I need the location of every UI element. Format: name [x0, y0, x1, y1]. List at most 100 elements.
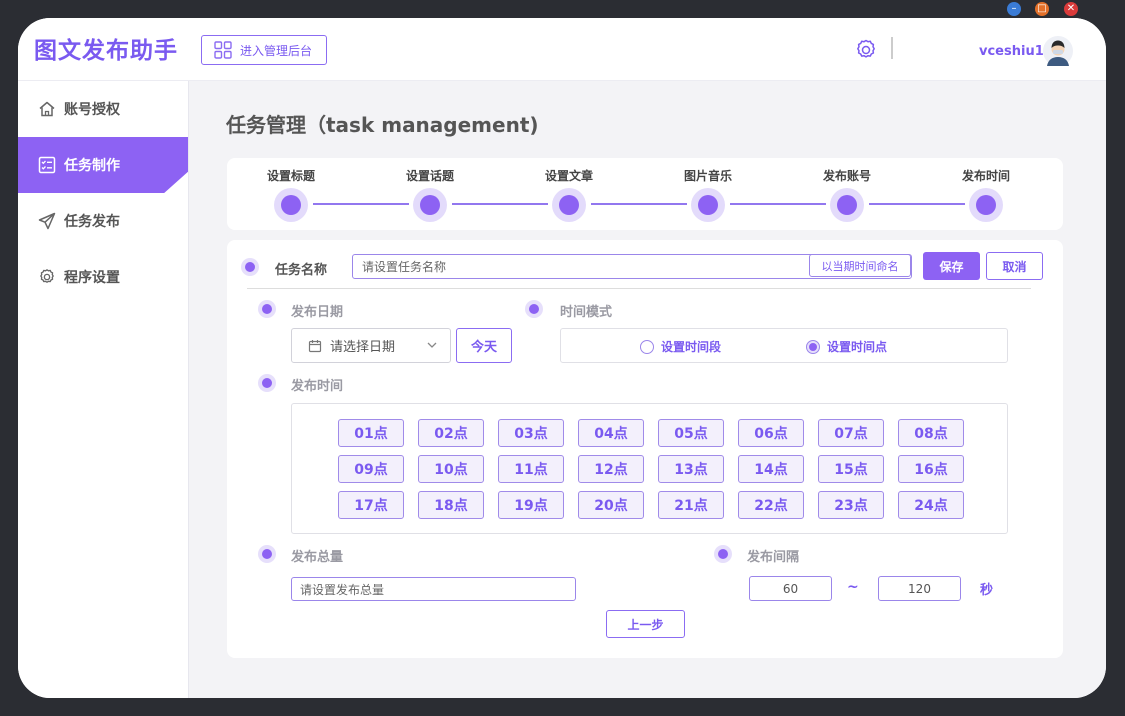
task-name-radio[interactable]: [241, 258, 259, 276]
time-mode-selector: 设置时间段 设置时间点: [560, 328, 1008, 363]
header-divider: [891, 37, 893, 59]
admin-console-button[interactable]: 进入管理后台: [201, 35, 327, 65]
total-radio[interactable]: [258, 545, 276, 563]
step-indicator: [274, 188, 308, 222]
maximize-button[interactable]: □: [1035, 2, 1049, 16]
total-input[interactable]: 请设置发布总量: [291, 577, 576, 601]
close-button[interactable]: ✕: [1064, 2, 1078, 16]
step-account[interactable]: 发布账号: [802, 158, 892, 230]
interval-separator: ~: [847, 579, 859, 595]
radio-unchecked-icon: [640, 339, 654, 354]
hour-option[interactable]: 09点: [338, 455, 404, 483]
hour-option[interactable]: 13点: [658, 455, 724, 483]
publish-time-radio[interactable]: [258, 374, 276, 392]
hour-option[interactable]: 12点: [578, 455, 644, 483]
gear-icon: [40, 269, 54, 283]
step-article[interactable]: 设置文章: [524, 158, 614, 230]
cancel-button[interactable]: 取消: [986, 252, 1043, 280]
app-window: 图文发布助手 进入管理后台 vceshiu1 账号授权 任务制作 任务发布 程序: [18, 18, 1106, 698]
step-title[interactable]: 设置标题: [246, 158, 336, 230]
mode-range-option[interactable]: 设置时间段: [640, 338, 721, 355]
interval-unit: 秒: [980, 583, 994, 598]
hour-option[interactable]: 19点: [498, 491, 564, 519]
date-picker[interactable]: 请选择日期: [291, 328, 451, 363]
user-avatar-icon: [1043, 36, 1073, 66]
maximize-icon: □: [1037, 3, 1047, 14]
today-button[interactable]: 今天: [456, 328, 512, 363]
hour-option[interactable]: 10点: [418, 455, 484, 483]
step-label: 图片音乐: [683, 169, 732, 183]
hour-option[interactable]: 11点: [498, 455, 564, 483]
publish-date-radio[interactable]: [258, 300, 276, 318]
interval-radio[interactable]: [714, 545, 732, 563]
settings-button[interactable]: [854, 38, 878, 66]
hour-option[interactable]: 15点: [818, 455, 884, 483]
sidebar-item-label: 任务制作: [64, 158, 120, 174]
step-indicator: [969, 188, 1003, 222]
hour-option[interactable]: 01点: [338, 419, 404, 447]
sidebar-item-task-create[interactable]: 任务制作: [18, 137, 188, 193]
mode-point-option[interactable]: 设置时间点: [806, 338, 887, 355]
time-mode-radio[interactable]: [525, 300, 543, 318]
sidebar-item-label: 程序设置: [64, 270, 120, 286]
grid-icon: [214, 41, 232, 59]
task-form: 任务名称 请设置任务名称 以当期时间命名 保存 取消 发布日期 时间模式 请选择…: [227, 240, 1063, 658]
date-placeholder: 请选择日期: [330, 340, 396, 355]
send-icon: [38, 212, 56, 230]
admin-console-label: 进入管理后台: [240, 43, 313, 58]
step-label: 设置文章: [544, 169, 593, 183]
hour-option[interactable]: 17点: [338, 491, 404, 519]
username[interactable]: vceshiu1: [979, 44, 1044, 59]
hour-option[interactable]: 24点: [898, 491, 964, 519]
home-icon: [39, 101, 55, 117]
hour-option[interactable]: 07点: [818, 419, 884, 447]
avatar[interactable]: [1043, 36, 1073, 66]
sidebar-item-program-settings[interactable]: 程序设置: [18, 249, 188, 305]
publish-date-label: 发布日期: [291, 305, 344, 320]
hour-option[interactable]: 03点: [498, 419, 564, 447]
hour-option[interactable]: 06点: [738, 419, 804, 447]
gear-icon: [857, 39, 875, 58]
hour-option[interactable]: 18点: [418, 491, 484, 519]
interval-max-input[interactable]: 120: [878, 576, 961, 601]
divider: [247, 288, 1031, 289]
mode-range-label: 设置时间段: [661, 340, 722, 354]
sidebar-item-account-auth[interactable]: 账号授权: [18, 81, 188, 137]
checklist-icon: [38, 156, 56, 174]
hour-option[interactable]: 16点: [898, 455, 964, 483]
publish-time-label: 发布时间: [291, 379, 344, 394]
sidebar-item-label: 任务发布: [64, 214, 120, 230]
header: 图文发布助手 进入管理后台 vceshiu1: [18, 18, 1106, 81]
step-indicator: [552, 188, 586, 222]
hour-option[interactable]: 02点: [418, 419, 484, 447]
page-title: 任务管理（task management): [226, 113, 539, 137]
close-icon: ✕: [1066, 3, 1076, 14]
hour-option[interactable]: 14点: [738, 455, 804, 483]
step-image-music[interactable]: 图片音乐: [663, 158, 753, 230]
mode-point-label: 设置时间点: [827, 340, 888, 354]
chevron-down-icon: [427, 342, 437, 348]
sidebar-item-task-publish[interactable]: 任务发布: [18, 193, 188, 249]
step-indicator: [830, 188, 864, 222]
hour-option[interactable]: 21点: [658, 491, 724, 519]
hour-option[interactable]: 20点: [578, 491, 644, 519]
step-publish-time[interactable]: 发布时间: [941, 158, 1031, 230]
time-mode-label: 时间模式: [560, 305, 613, 320]
step-indicator: [413, 188, 447, 222]
hour-option[interactable]: 08点: [898, 419, 964, 447]
brand-title: 图文发布助手: [34, 38, 178, 64]
name-by-time-button[interactable]: 以当期时间命名: [809, 254, 911, 277]
previous-step-button[interactable]: 上一步: [606, 610, 685, 638]
sidebar-item-label: 账号授权: [64, 102, 120, 118]
interval-min-input[interactable]: 60: [749, 576, 832, 601]
hour-option[interactable]: 05点: [658, 419, 724, 447]
hour-grid: 01点 02点 03点 04点 05点 06点 07点 08点 09点 10点 …: [291, 403, 1008, 534]
main-content: 任务管理（task management) 设置标题 设置话题 设置文章 图片音…: [189, 81, 1106, 698]
hour-option[interactable]: 22点: [738, 491, 804, 519]
save-button[interactable]: 保存: [923, 252, 980, 280]
step-progress: 设置标题 设置话题 设置文章 图片音乐 发布账号 发布时间: [227, 158, 1063, 230]
hour-option[interactable]: 23点: [818, 491, 884, 519]
step-topic[interactable]: 设置话题: [385, 158, 475, 230]
hour-option[interactable]: 04点: [578, 419, 644, 447]
minimize-button[interactable]: –: [1007, 2, 1021, 16]
